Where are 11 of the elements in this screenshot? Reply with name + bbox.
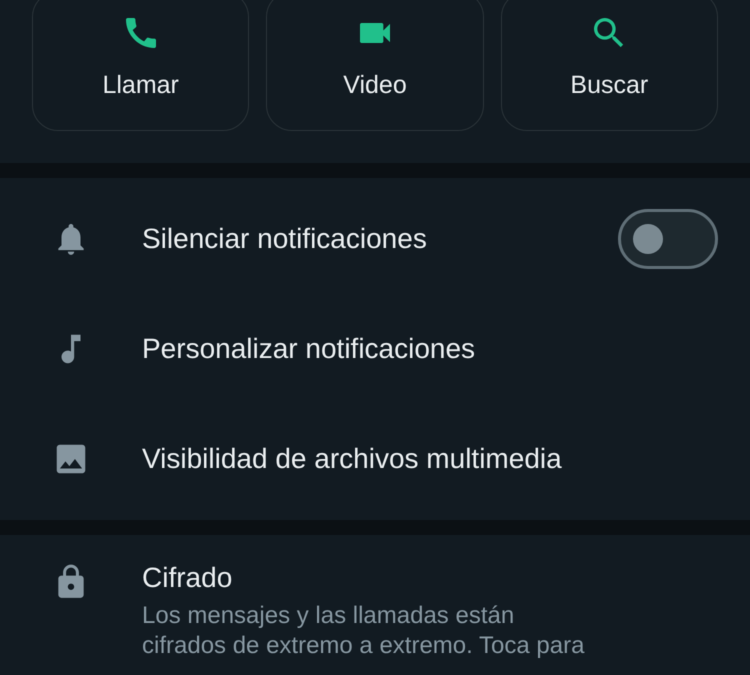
setting-label: Visibilidad de archivos multimedia [142, 442, 563, 476]
settings-row[interactable]: Silenciar notificaciones [0, 184, 750, 294]
action-button[interactable]: Video [266, 0, 484, 131]
action-button[interactable]: Llamar [32, 0, 250, 131]
setting-label: Cifrado [142, 561, 234, 595]
setting-label: Personalizar notificaciones [142, 332, 476, 366]
settings-row[interactable]: Visibilidad de archivos multimedia [0, 404, 750, 514]
setting-label: Silenciar notificaciones [142, 222, 428, 256]
settings-row[interactable]: Personalizar notificaciones [0, 294, 750, 404]
setting-description: Los mensajes y las llamadas están cifrados de extremo a extremo. Toca para [142, 601, 584, 661]
action-button[interactable]: Buscar [500, 0, 718, 131]
